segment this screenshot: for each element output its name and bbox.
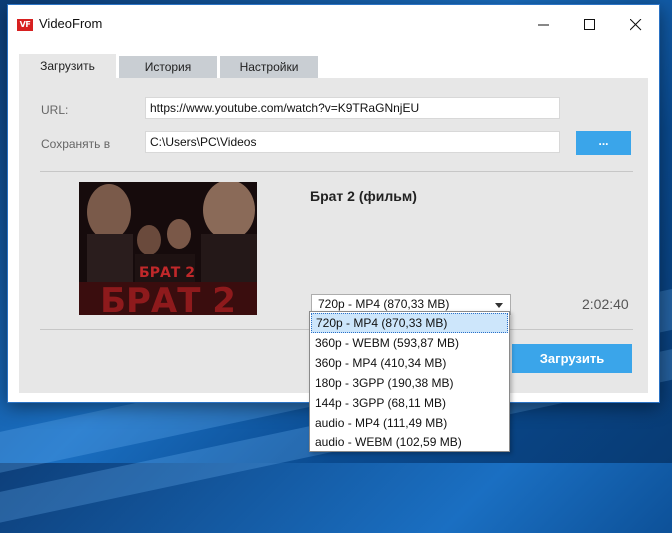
url-input[interactable]: https://www.youtube.com/watch?v=K9TRaGNn… <box>145 97 560 119</box>
tab-settings[interactable]: Настройки <box>220 56 318 78</box>
maximize-button[interactable] <box>567 5 613 44</box>
save-folder-label: Сохранять в <box>41 137 111 151</box>
close-button[interactable] <box>613 5 659 44</box>
format-option[interactable]: 360p - MP4 (410,34 MB) <box>311 353 508 373</box>
url-label: URL: <box>41 103 69 117</box>
divider <box>40 171 633 172</box>
format-option[interactable]: audio - WEBM (102,59 MB) <box>311 432 508 452</box>
chevron-down-icon <box>495 303 503 308</box>
download-button[interactable]: Загрузить <box>512 344 632 373</box>
format-option[interactable]: 360p - WEBM (593,87 MB) <box>311 333 508 353</box>
app-logo-icon: VF <box>17 19 33 31</box>
format-select-value: 720p - MP4 (870,33 MB) <box>318 297 450 311</box>
minimize-button[interactable] <box>521 5 567 44</box>
close-icon <box>630 19 642 31</box>
format-option[interactable]: audio - MP4 (111,49 MB) <box>311 413 508 433</box>
save-folder-input[interactable]: C:\Users\PC\Videos <box>145 131 560 153</box>
tab-history[interactable]: История <box>119 56 217 78</box>
minimize-icon <box>538 24 549 26</box>
video-title: Брат 2 (фильм) <box>310 188 417 204</box>
video-thumbnail: БРАТ 2 БРАТ 2 <box>79 182 257 315</box>
format-dropdown-list: 720p - MP4 (870,33 MB) 360p - WEBM (593,… <box>309 311 510 452</box>
title-bar[interactable]: VF VideoFrom <box>8 5 659 44</box>
window-title: VideoFrom <box>39 16 103 31</box>
format-option[interactable]: 720p - MP4 (870,33 MB) <box>311 313 508 333</box>
video-duration: 2:02:40 <box>582 296 629 312</box>
format-option[interactable]: 144p - 3GPP (68,11 MB) <box>311 393 508 413</box>
maximize-icon <box>584 19 595 30</box>
poster-title-large: БРАТ 2 <box>100 281 236 315</box>
browse-button[interactable]: ... <box>576 131 631 155</box>
tab-download[interactable]: Загрузить <box>19 54 116 80</box>
poster-title-small: БРАТ 2 <box>139 265 195 281</box>
format-option[interactable]: 180p - 3GPP (190,38 MB) <box>311 373 508 393</box>
